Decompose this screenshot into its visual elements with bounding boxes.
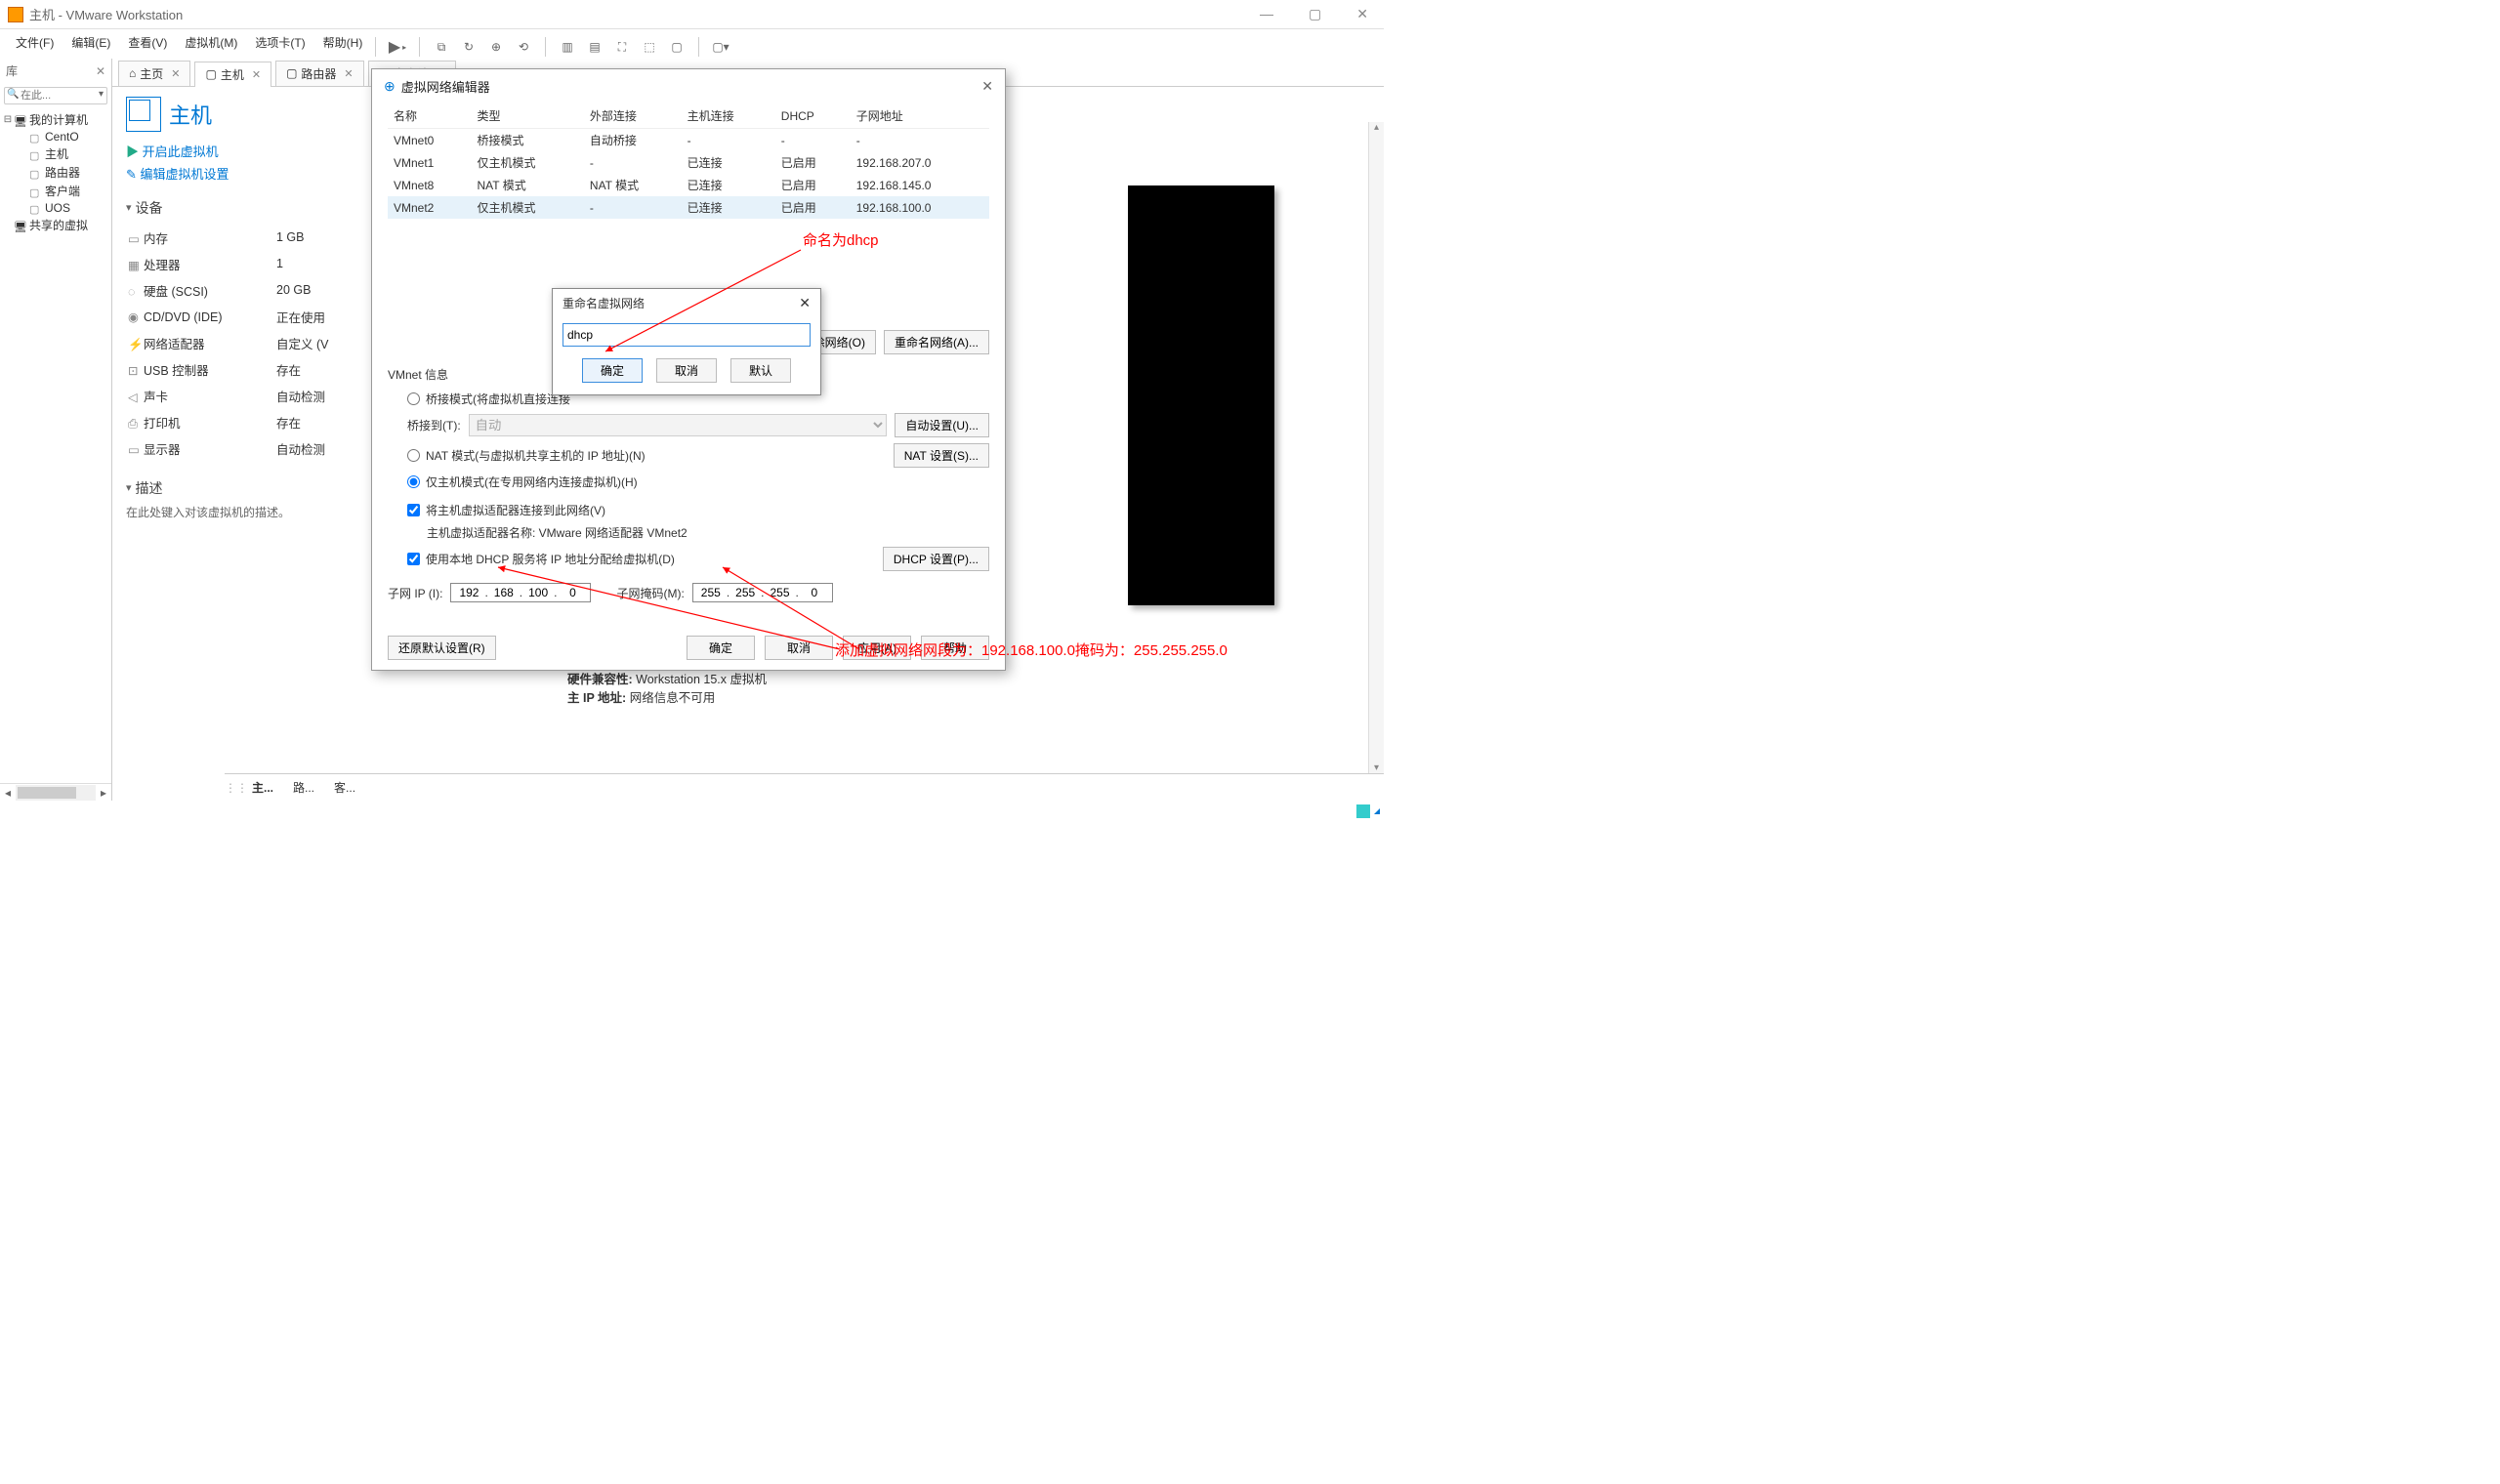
help-button[interactable]: 帮助 bbox=[921, 636, 989, 660]
library-tree: ⊟我的计算机 CentO 主机 路由器 客户端 UOS 共享的虚拟 bbox=[0, 108, 111, 236]
main-vertical-scrollbar[interactable] bbox=[1368, 122, 1384, 773]
network-row[interactable]: VMnet8NAT 模式NAT 模式已连接已启用192.168.145.0 bbox=[388, 174, 989, 196]
bridge-to-select: 自动 bbox=[469, 414, 888, 436]
view-icon-3[interactable]: ⛶ bbox=[612, 37, 632, 57]
vm-icon: ▢ bbox=[286, 66, 297, 80]
bottom-tab-router[interactable]: 路... bbox=[283, 775, 324, 800]
grip-icon[interactable]: ⋮⋮ bbox=[225, 781, 242, 795]
globe-icon: ⊕ bbox=[384, 78, 396, 95]
title-bar: 主机 - VMware Workstation — ▢ ✕ bbox=[0, 0, 1384, 29]
view-icon-4[interactable]: ⬚ bbox=[640, 37, 659, 57]
rename-dialog-close-icon[interactable]: ✕ bbox=[799, 295, 811, 311]
sidebar-close-icon[interactable]: ✕ bbox=[96, 64, 105, 78]
subnet-ip-input[interactable]: . . . bbox=[450, 583, 591, 602]
rename-default-button[interactable]: 默认 bbox=[730, 358, 791, 383]
menu-view[interactable]: 查看(V) bbox=[122, 32, 173, 53]
window-title: 主机 - VMware Workstation bbox=[29, 5, 183, 23]
resize-grip-icon[interactable] bbox=[1374, 808, 1380, 814]
adapter-name-text: 主机虚拟适配器名称: VMware 网络适配器 VMnet2 bbox=[427, 524, 989, 541]
window-controls: — ▢ ✕ bbox=[1252, 6, 1376, 22]
tree-item-router[interactable]: 路由器 bbox=[0, 163, 111, 182]
vm-icon: ▢ bbox=[205, 67, 216, 81]
subnet-mask-input[interactable]: . . . bbox=[692, 583, 833, 602]
tab-home[interactable]: ⌂主页✕ bbox=[118, 61, 190, 86]
toolbar-icon-3[interactable]: ⊕ bbox=[486, 37, 506, 57]
restore-defaults-button[interactable]: 还原默认设置(R) bbox=[388, 636, 496, 660]
view-icon-2[interactable]: ▤ bbox=[585, 37, 604, 57]
rename-input[interactable] bbox=[562, 323, 811, 347]
ok-button[interactable]: 确定 bbox=[687, 636, 755, 660]
toolbar: ▶ ⧉ ↻ ⊕ ⟲ ▥ ▤ ⛶ ⬚ ▢ ▢▾ bbox=[361, 35, 1384, 59]
vm-name-title: 主机 bbox=[169, 99, 212, 130]
network-row[interactable]: VMnet2仅主机模式-已连接已启用192.168.100.0 bbox=[388, 196, 989, 219]
apply-button[interactable]: 应用(A) bbox=[843, 636, 911, 660]
dialog-title: 虚拟网络编辑器 bbox=[401, 77, 490, 96]
sidebar: 库 ✕ ⊟我的计算机 CentO 主机 路由器 客户端 UOS 共享的虚拟 ◂ … bbox=[0, 59, 112, 801]
nat-mode-radio[interactable] bbox=[407, 449, 420, 462]
view-icon-1[interactable]: ▥ bbox=[558, 37, 577, 57]
tree-item-client[interactable]: 客户端 bbox=[0, 182, 111, 200]
rename-ok-button[interactable]: 确定 bbox=[582, 358, 643, 383]
view-icon-5[interactable]: ▢ bbox=[667, 37, 687, 57]
minimize-button[interactable]: — bbox=[1252, 6, 1281, 22]
home-icon: ⌂ bbox=[129, 66, 136, 80]
status-indicator-icon bbox=[1356, 804, 1370, 818]
toolbar-icon-4[interactable]: ⟲ bbox=[514, 37, 533, 57]
tree-shared[interactable]: 共享的虚拟 bbox=[0, 216, 111, 234]
sidebar-scrollbar[interactable]: ◂ ▸ bbox=[0, 783, 111, 801]
tab-close-icon[interactable]: ✕ bbox=[171, 67, 180, 80]
maximize-button[interactable]: ▢ bbox=[1301, 6, 1329, 22]
menu-tabs[interactable]: 选项卡(T) bbox=[249, 32, 311, 53]
toolbar-icon-2[interactable]: ↻ bbox=[459, 37, 479, 57]
rename-cancel-button[interactable]: 取消 bbox=[656, 358, 717, 383]
vm-preview-thumbnail[interactable] bbox=[1128, 186, 1274, 605]
tree-item-uos[interactable]: UOS bbox=[0, 200, 111, 216]
dialog-close-icon[interactable]: ✕ bbox=[981, 78, 993, 95]
sidebar-search-input[interactable] bbox=[4, 87, 107, 104]
tab-host[interactable]: ▢主机✕ bbox=[194, 62, 271, 87]
bottom-tab-client[interactable]: 客... bbox=[324, 775, 365, 800]
bottom-tabs: ⋮⋮ 主... 路... 客... bbox=[225, 773, 1384, 801]
nat-settings-button[interactable]: NAT 设置(S)... bbox=[894, 443, 989, 468]
close-button[interactable]: ✕ bbox=[1349, 6, 1376, 22]
tree-root[interactable]: ⊟我的计算机 bbox=[0, 110, 111, 129]
host-only-mode-radio[interactable] bbox=[407, 475, 420, 488]
menu-edit[interactable]: 编辑(E) bbox=[65, 32, 116, 53]
status-bar-right bbox=[1356, 804, 1380, 818]
use-dhcp-checkbox[interactable] bbox=[407, 553, 420, 565]
sidebar-title: 库 bbox=[6, 62, 18, 79]
tree-item-centos[interactable]: CentO bbox=[0, 129, 111, 144]
cancel-button[interactable]: 取消 bbox=[765, 636, 833, 660]
rename-network-dialog: 重命名虚拟网络 ✕ 确定 取消 默认 bbox=[552, 288, 821, 395]
toolbar-icon-last[interactable]: ▢▾ bbox=[711, 37, 730, 57]
tab-close-icon[interactable]: ✕ bbox=[252, 68, 261, 81]
vm-large-icon bbox=[126, 97, 161, 132]
app-icon bbox=[8, 7, 23, 22]
bridge-mode-radio[interactable] bbox=[407, 392, 420, 405]
menu-file[interactable]: 文件(F) bbox=[10, 32, 60, 53]
network-table: 名称 类型 外部连接 主机连接 DHCP 子网地址 VMnet0桥接模式自动桥接… bbox=[388, 103, 989, 219]
connect-host-adapter-checkbox[interactable] bbox=[407, 504, 420, 516]
network-row[interactable]: VMnet1仅主机模式-已连接已启用192.168.207.0 bbox=[388, 151, 989, 174]
tab-close-icon[interactable]: ✕ bbox=[344, 67, 353, 80]
toolbar-icon-1[interactable]: ⧉ bbox=[432, 37, 451, 57]
rename-network-button[interactable]: 重命名网络(A)... bbox=[884, 330, 989, 354]
vm-bottom-info: 硬件兼容性: Workstation 15.x 虚拟机 主 IP 地址: 网络信… bbox=[567, 669, 767, 706]
tree-item-host[interactable]: 主机 bbox=[0, 144, 111, 163]
dhcp-settings-button[interactable]: DHCP 设置(P)... bbox=[883, 547, 989, 571]
menu-vm[interactable]: 虚拟机(M) bbox=[179, 32, 243, 53]
rename-dialog-title: 重命名虚拟网络 bbox=[562, 295, 645, 311]
bottom-tab-host[interactable]: 主... bbox=[242, 775, 283, 800]
menu-help[interactable]: 帮助(H) bbox=[317, 32, 369, 53]
auto-settings-button[interactable]: 自动设置(U)... bbox=[895, 413, 989, 437]
play-button[interactable]: ▶ bbox=[388, 37, 407, 57]
tab-router[interactable]: ▢路由器✕ bbox=[275, 61, 364, 86]
network-row[interactable]: VMnet0桥接模式自动桥接--- bbox=[388, 129, 989, 152]
